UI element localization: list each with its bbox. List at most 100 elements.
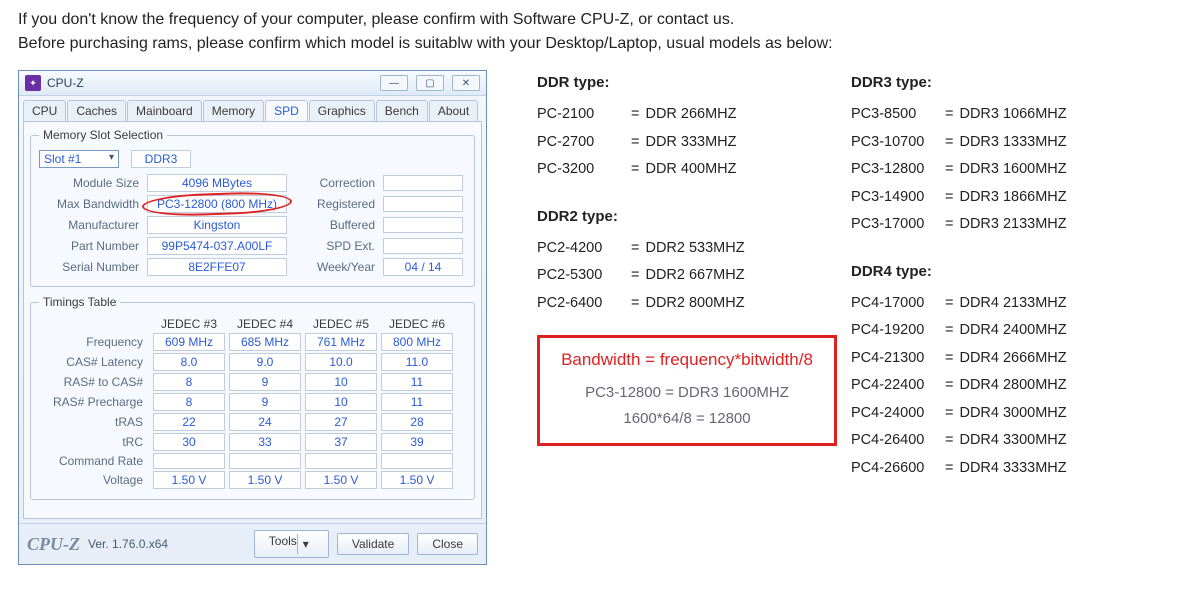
timings-cell: 39 [381,433,453,451]
close-button[interactable]: Close [417,533,478,555]
spec-code: PC3-17000 [851,211,939,239]
timings-row-label: RAS# Precharge [39,395,149,409]
tab-bench[interactable]: Bench [376,100,428,121]
label-module-size: Module Size [39,176,139,190]
tab-about[interactable]: About [429,100,478,121]
tab-caches[interactable]: Caches [67,100,126,121]
ddr4-row: PC4-19200=DDR4 2400MHZ [851,317,1171,345]
spec-value: DDR3 1600MHZ [959,156,1066,184]
label-serial: Serial Number [39,260,139,274]
spec-code: PC4-22400 [851,372,939,400]
timings-header: JEDEC #4 [229,317,301,331]
timings-cell: 8 [153,373,225,391]
value-part-number: 99P5474-037.A00LF [147,237,287,255]
label-buffered: Buffered [295,218,375,232]
timings-cell: 609 MHz [153,333,225,351]
spec-value: DDR 333MHZ [645,129,736,157]
ddr4-row: PC4-21300=DDR4 2666MHZ [851,345,1171,373]
spec-code: PC-2700 [537,129,625,157]
timings-cell: 10 [305,373,377,391]
tools-button[interactable]: Tools ▾ [254,530,329,558]
formula-equation: Bandwidth = frequency*bitwidth/8 [558,350,816,370]
spec-code: PC4-17000 [851,290,939,318]
timings-cell: 685 MHz [229,333,301,351]
timings-cell: 28 [381,413,453,431]
slot-ddr-type: DDR3 [131,150,191,168]
validate-button[interactable]: Validate [337,533,409,555]
tab-cpu[interactable]: CPU [23,100,66,121]
label-correction: Correction [295,176,375,190]
ddr4-heading: DDR4 type: [851,263,1171,280]
tab-bar: CPUCachesMainboardMemorySPDGraphicsBench… [19,96,486,121]
timings-cell [305,453,377,469]
cpuz-window: ✦ CPU-Z — ▢ ✕ CPUCachesMainboardMemorySP… [18,70,487,565]
equals-sign: = [945,290,953,318]
timings-cell: 1.50 V [229,471,301,489]
bandwidth-formula-box: Bandwidth = frequency*bitwidth/8 PC3-128… [537,335,837,446]
equals-sign: = [945,129,953,157]
slot-select[interactable]: Slot #1 [39,150,119,168]
ddr4-row: PC4-17000=DDR4 2133MHZ [851,290,1171,318]
timings-cell [229,453,301,469]
intro-line2: Before purchasing rams, please confirm w… [18,32,1171,56]
intro-line1: If you don't know the frequency of your … [18,8,1171,32]
app-icon: ✦ [25,75,41,91]
timings-cell: 761 MHz [305,333,377,351]
spec-value: DDR3 1333MHZ [959,129,1066,157]
spec-value: DDR3 2133MHZ [959,211,1066,239]
equals-sign: = [945,317,953,345]
value-registered [383,196,463,212]
spec-code: PC4-26400 [851,427,939,455]
equals-sign: = [631,235,639,263]
timings-cell: 1.50 V [153,471,225,489]
timings-cell: 33 [229,433,301,451]
timings-row-label: tRAS [39,415,149,429]
equals-sign: = [631,129,639,157]
tab-memory[interactable]: Memory [203,100,264,121]
value-serial: 8E2FFE07 [147,258,287,276]
tab-graphics[interactable]: Graphics [309,100,375,121]
window-title: CPU-Z [47,76,372,90]
ddr-heading: DDR type: [537,74,837,91]
spec-code: PC2-6400 [537,290,625,318]
maximize-button[interactable]: ▢ [416,75,444,91]
ddr-row: PC-3200=DDR 400MHZ [537,156,837,184]
spec-value: DDR3 1066MHZ [959,101,1066,129]
ddr3-row: PC3-10700=DDR3 1333MHZ [851,129,1171,157]
equals-sign: = [945,345,953,373]
label-part-number: Part Number [39,239,139,253]
spec-code: PC4-21300 [851,345,939,373]
tab-spd[interactable]: SPD [265,100,308,121]
timings-row-label: Frequency [39,335,149,349]
value-buffered [383,217,463,233]
ddr2-heading: DDR2 type: [537,208,837,225]
spec-value: DDR4 3333MHZ [959,455,1066,483]
equals-sign: = [631,290,639,318]
minimize-button[interactable]: — [380,75,408,91]
formula-example1: PC3-12800 = DDR3 1600MHZ [558,380,816,406]
ddr3-row: PC3-14900=DDR3 1866MHZ [851,184,1171,212]
equals-sign: = [945,156,953,184]
timings-cell [381,453,453,469]
timings-fieldset: Timings Table JEDEC #3JEDEC #4JEDEC #5JE… [30,295,475,500]
tools-label: Tools [269,534,297,554]
close-window-button[interactable]: ✕ [452,75,480,91]
equals-sign: = [945,455,953,483]
ddr4-row: PC4-24000=DDR4 3000MHZ [851,400,1171,428]
value-module-size: 4096 MBytes [147,174,287,192]
spec-value: DDR4 2800MHZ [959,372,1066,400]
spec-value: DDR4 3300MHZ [959,427,1066,455]
timings-header: JEDEC #3 [153,317,225,331]
chevron-down-icon: ▾ [297,534,314,554]
spec-code: PC4-19200 [851,317,939,345]
ddr3-row: PC3-17000=DDR3 2133MHZ [851,211,1171,239]
spec-code: PC2-5300 [537,262,625,290]
timings-cell: 11 [381,373,453,391]
spec-code: PC4-24000 [851,400,939,428]
tab-mainboard[interactable]: Mainboard [127,100,202,121]
spec-value: DDR2 667MHZ [645,262,744,290]
ddr2-row: PC2-6400=DDR2 800MHZ [537,290,837,318]
label-registered: Registered [295,197,375,211]
value-correction [383,175,463,191]
titlebar[interactable]: ✦ CPU-Z — ▢ ✕ [19,71,486,96]
